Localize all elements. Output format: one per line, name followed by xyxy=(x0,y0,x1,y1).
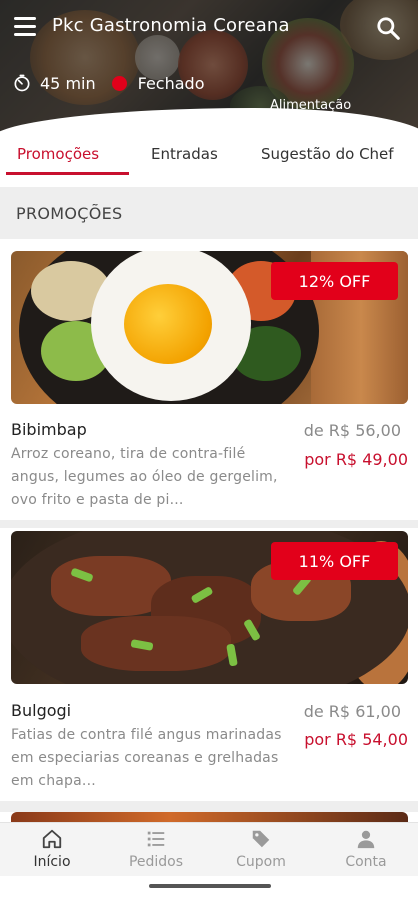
timer-icon xyxy=(14,74,30,92)
home-icon xyxy=(42,829,62,849)
active-tab-indicator xyxy=(6,172,129,175)
delivery-time: 45 min xyxy=(40,73,96,93)
restaurant-meta: 45 min Fechado xyxy=(12,70,204,96)
product-card-bulgogi[interactable]: 11% OFF Bulgogi Fatias de contra filé an… xyxy=(0,531,418,801)
discount-badge: 12% OFF xyxy=(271,262,398,300)
user-icon xyxy=(357,830,375,849)
nav-label: Pedidos xyxy=(128,854,184,870)
discount-badge: 11% OFF xyxy=(271,542,398,580)
top-app-bar: Pkc Gastronomia Coreana xyxy=(0,0,418,56)
discounted-price: por R$ 54,00 xyxy=(304,730,408,749)
hamburger-menu-icon[interactable] xyxy=(14,17,38,37)
product-card-bibimbap[interactable]: 12% OFF Bibimbap Arroz coreano, tira de … xyxy=(0,251,418,520)
nav-conta[interactable]: Conta xyxy=(314,823,418,877)
nav-label: Início xyxy=(33,854,71,870)
product-name: Bibimbap xyxy=(11,420,87,439)
nav-cupom[interactable]: Cupom xyxy=(209,823,313,877)
open-status: Fechado xyxy=(137,73,205,93)
header-hero: Pkc Gastronomia Coreana 45 min Fechado A… xyxy=(0,0,418,140)
original-price: de R$ 61,00 xyxy=(303,702,401,721)
section-header: PROMOÇÕES xyxy=(0,187,418,239)
tab-promocoes[interactable]: Promoções xyxy=(17,145,99,163)
nav-pedidos[interactable]: Pedidos xyxy=(104,823,208,877)
product-name: Bulgogi xyxy=(11,701,72,720)
card-divider xyxy=(0,801,418,812)
original-price: de R$ 56,00 xyxy=(303,421,401,440)
tag-icon xyxy=(252,830,270,848)
discounted-price: por R$ 49,00 xyxy=(304,450,408,469)
product-description: Fatias de contra filé angus marinadas em… xyxy=(11,727,282,789)
status-dot-icon xyxy=(111,75,127,91)
tab-sugestao-do-chef[interactable]: Sugestão do Chef xyxy=(261,145,394,163)
bottom-navigation: Início Pedidos Cupom Conta xyxy=(0,822,418,876)
section-title: PROMOÇÕES xyxy=(16,204,123,223)
next-product-image-peek xyxy=(11,812,408,822)
tab-entradas[interactable]: Entradas xyxy=(151,145,218,163)
product-description: Arroz coreano, tira de contra-filé angus… xyxy=(11,446,278,508)
category-tabs: Promoções Entradas Sugestão do Chef xyxy=(0,138,418,176)
nav-label: Cupom xyxy=(236,854,286,870)
search-icon[interactable] xyxy=(375,15,401,41)
system-home-indicator[interactable] xyxy=(149,884,271,888)
nav-inicio[interactable]: Início xyxy=(0,823,104,877)
restaurant-category: Alimentação xyxy=(270,98,352,113)
card-divider xyxy=(0,520,418,528)
list-icon xyxy=(147,831,165,847)
restaurant-title: Pkc Gastronomia Coreana xyxy=(52,15,290,36)
nav-label: Conta xyxy=(345,854,387,870)
